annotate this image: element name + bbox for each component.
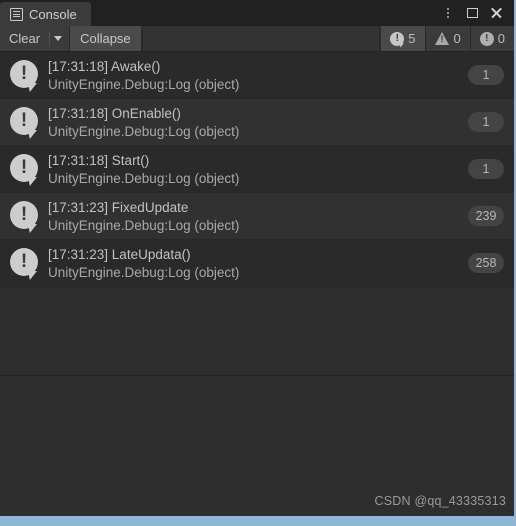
log-row-text: [17:31:23] FixedUpdate UnityEngine.Debug… [48, 199, 460, 234]
warning-counter-value: 0 [453, 31, 461, 46]
search-input[interactable] [141, 26, 381, 51]
error-counter-value: 0 [497, 31, 505, 46]
console-toolbar: Clear Collapse ! 5 ! 0 ! 0 [0, 26, 514, 52]
window-controls [436, 0, 514, 26]
tab-console[interactable]: Console [0, 2, 91, 26]
chevron-down-icon [54, 36, 63, 41]
clear-dropdown-button[interactable] [50, 26, 69, 51]
log-row[interactable]: ! [17:31:18] Awake() UnityEngine.Debug:L… [0, 52, 514, 99]
tab-console-label: Console [29, 6, 77, 22]
log-count-badge: 258 [468, 253, 504, 273]
log-row[interactable]: ! [17:31:23] FixedUpdate UnityEngine.Deb… [0, 193, 514, 240]
log-row-text: [17:31:18] Awake() UnityEngine.Debug:Log… [48, 58, 460, 93]
maximize-button[interactable] [460, 0, 484, 26]
log-message: [17:31:18] OnEnable() [48, 105, 181, 121]
log-count-badge: 1 [468, 65, 504, 85]
log-detail-pane[interactable]: CSDN @qq_43335313 [0, 376, 514, 516]
bottom-accent-strip [0, 516, 514, 526]
console-lines-icon [10, 7, 23, 21]
log-row-text: [17:31:23] LateUpdata() UnityEngine.Debu… [48, 246, 460, 281]
close-icon [490, 7, 502, 19]
log-source: UnityEngine.Debug:Log (object) [48, 123, 240, 139]
tab-bar-spacer [91, 0, 436, 26]
kebab-menu-button[interactable] [436, 0, 460, 26]
maximize-icon [466, 8, 478, 18]
log-source: UnityEngine.Debug:Log (object) [48, 217, 240, 233]
log-bubble-icon: ! [10, 60, 40, 90]
log-row-text: [17:31:18] OnEnable() UnityEngine.Debug:… [48, 105, 460, 140]
close-button[interactable] [484, 0, 508, 26]
warning-counter[interactable]: ! 0 [424, 26, 470, 51]
tab-bar: Console [0, 0, 514, 26]
log-source: UnityEngine.Debug:Log (object) [48, 264, 240, 280]
log-count-badge: 1 [468, 159, 504, 179]
log-counter-value: 5 [408, 31, 416, 46]
clear-button[interactable]: Clear [0, 31, 49, 46]
log-bubble-icon: ! [390, 31, 405, 46]
console-window: Console Clear Collapse ! 5 ! 0 ! 0 ! [17… [0, 0, 516, 526]
log-count-badge: 1 [468, 112, 504, 132]
log-row[interactable]: ! [17:31:23] LateUpdata() UnityEngine.De… [0, 240, 514, 287]
log-message: [17:31:23] LateUpdata() [48, 246, 191, 262]
log-row[interactable]: ! [17:31:18] Start() UnityEngine.Debug:L… [0, 146, 514, 193]
clear-button-group: Clear [0, 26, 71, 51]
log-bubble-icon: ! [10, 248, 40, 278]
log-message: [17:31:23] FixedUpdate [48, 199, 189, 215]
watermark: CSDN @qq_43335313 [374, 494, 506, 508]
warning-triangle-icon: ! [434, 32, 450, 45]
kebab-menu-icon [447, 8, 449, 18]
log-row[interactable]: ! [17:31:18] OnEnable() UnityEngine.Debu… [0, 99, 514, 146]
log-message: [17:31:18] Start() [48, 152, 150, 168]
log-list[interactable]: ! [17:31:18] Awake() UnityEngine.Debug:L… [0, 52, 514, 287]
log-row-text: [17:31:18] Start() UnityEngine.Debug:Log… [48, 152, 460, 187]
log-message: [17:31:18] Awake() [48, 58, 161, 74]
error-circle-icon: ! [479, 31, 494, 46]
log-bubble-icon: ! [10, 201, 40, 231]
collapse-button[interactable]: Collapse [70, 26, 142, 51]
log-counter[interactable]: ! 5 [380, 26, 425, 51]
log-count-badge: 239 [468, 206, 504, 226]
error-counter[interactable]: ! 0 [469, 26, 514, 51]
log-bubble-icon: ! [10, 107, 40, 137]
log-bubble-icon: ! [10, 154, 40, 184]
log-list-empty-area[interactable] [0, 287, 514, 376]
counter-group: ! 5 ! 0 ! 0 [380, 26, 514, 51]
log-source: UnityEngine.Debug:Log (object) [48, 76, 240, 92]
log-source: UnityEngine.Debug:Log (object) [48, 170, 240, 186]
